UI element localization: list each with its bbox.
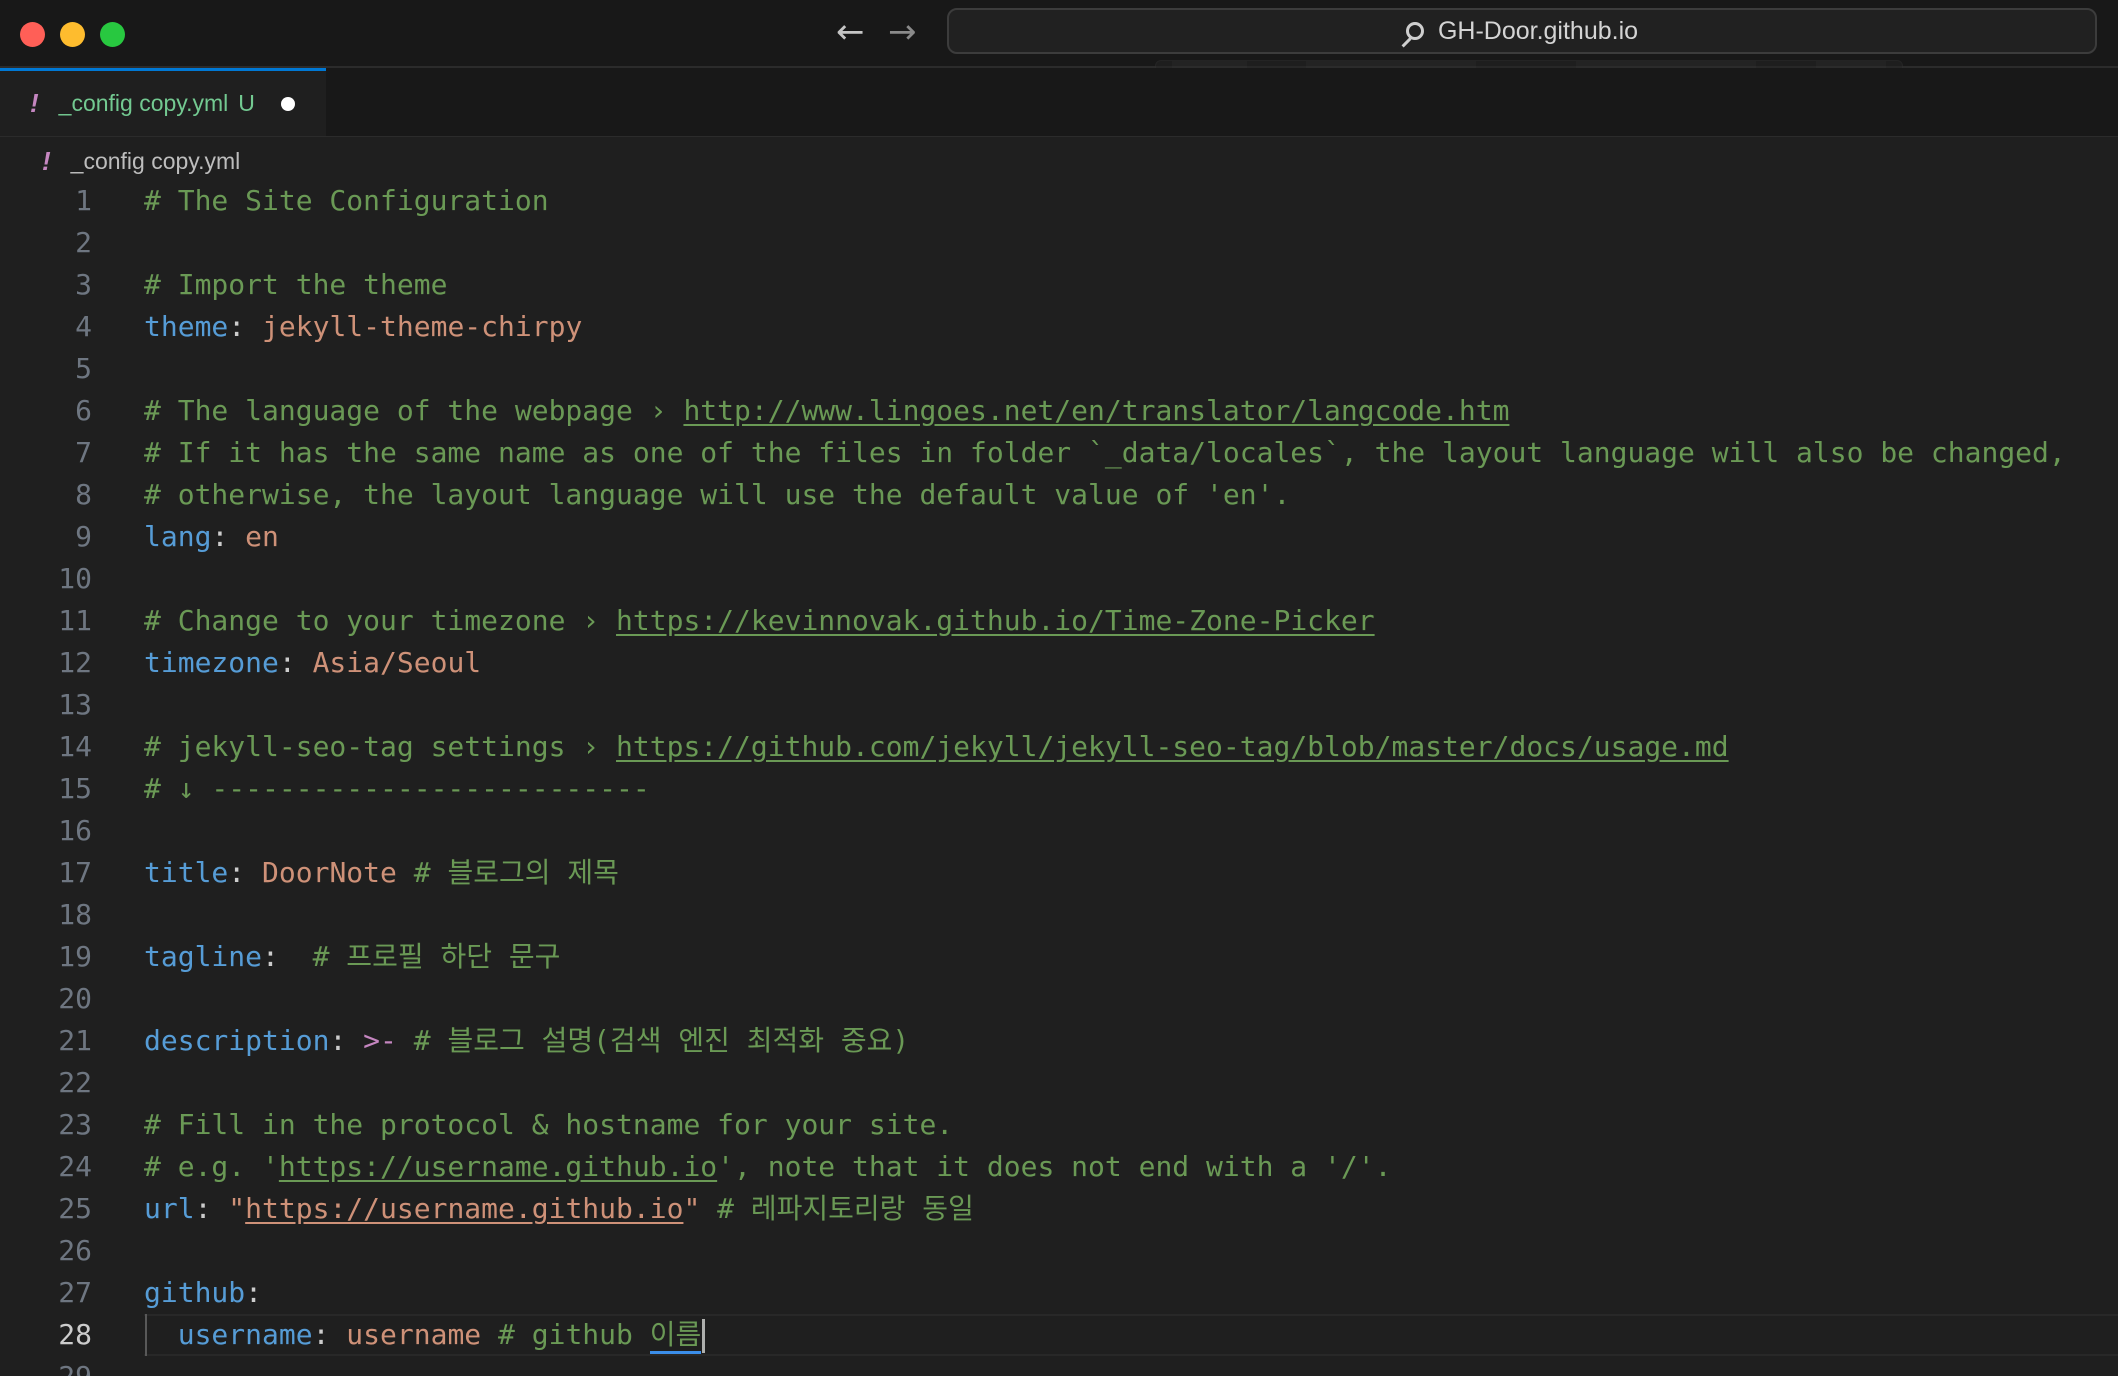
code-line[interactable]: 18 [0, 894, 2118, 936]
line-number: 22 [58, 1066, 92, 1099]
forward-arrow-icon[interactable]: → [888, 12, 917, 52]
code-line[interactable]: 16 [0, 810, 2118, 852]
code-line[interactable]: 6 # The language of the webpage › http://… [0, 390, 2118, 432]
line-number: 20 [58, 982, 92, 1015]
code-text: # Change to your timezone › https://kevi… [144, 604, 1375, 637]
code-line[interactable]: 17 title: DoorNote # 블로그의 제목 [0, 852, 2118, 894]
code-line[interactable]: 27 github: [0, 1272, 2118, 1314]
code-text: theme: jekyll-theme-chirpy [144, 310, 583, 343]
code-line[interactable]: 28 username: username # github 이름 [0, 1314, 2118, 1356]
line-number: 6 [75, 394, 92, 427]
line-number: 27 [58, 1276, 92, 1309]
line-number: 28 [58, 1318, 92, 1351]
command-center-search[interactable]: GH-Door.github.io [947, 8, 2097, 54]
editor-tab-bar: ! _config copy.yml U [0, 68, 2118, 137]
code-line[interactable]: 14 # jekyll-seo-tag settings › https://gi… [0, 726, 2118, 768]
line-number: 29 [0, 1356, 92, 1376]
line-number: 15 [58, 772, 92, 805]
line-number: 10 [58, 562, 92, 595]
line-number: 23 [58, 1108, 92, 1141]
code-text: lang: en [144, 520, 279, 553]
breadcrumb[interactable]: ! _config copy.yml [42, 144, 240, 178]
line-number: 8 [75, 478, 92, 511]
line-number: 17 [58, 856, 92, 889]
code-line[interactable]: 26 [0, 1230, 2118, 1272]
code-text: github: [144, 1276, 263, 1309]
line-number: 2 [75, 226, 92, 259]
code-line[interactable]: 12 timezone: Asia/Seoul [0, 642, 2118, 684]
code-editor[interactable]: 1 # The Site Configuration 2 3 # Import the … [0, 180, 2118, 1376]
title-bar: ← → GH-Door.github.io [0, 0, 2118, 68]
line-number: 4 [75, 310, 92, 343]
code-line[interactable]: 24 # e.g. 'https://username.github.io', n… [0, 1146, 2118, 1188]
line-number: 25 [58, 1192, 92, 1225]
tab-label: _config copy.yml [58, 90, 229, 116]
code-line[interactable]: 10 [0, 558, 2118, 600]
code-text: tagline: # 프로필 하단 문구 [144, 940, 561, 973]
code-line[interactable]: 4 theme: jekyll-theme-chirpy [0, 306, 2118, 348]
back-arrow-icon[interactable]: ← [836, 12, 865, 52]
line-number: 1 [75, 184, 92, 217]
unsaved-dot-icon[interactable] [280, 96, 295, 111]
window-close-button[interactable] [20, 22, 45, 47]
code-text: # jekyll-seo-tag settings › https://gith… [144, 730, 1729, 763]
code-line[interactable]: 15 # ↓ -------------------------- [0, 768, 2118, 810]
yaml-file-icon: ! [42, 145, 51, 176]
code-text: description: >- # 블로그 설명(검색 엔진 최적화 중요) [144, 1024, 910, 1057]
code-line[interactable]: 9 lang: en [0, 516, 2118, 558]
line-number: 11 [58, 604, 92, 637]
code-text: # otherwise, the layout language will us… [144, 478, 1291, 511]
breadcrumb-file[interactable]: _config copy.yml [71, 148, 241, 175]
line-number: 7 [75, 436, 92, 469]
text-cursor [702, 1319, 706, 1353]
code-text: url: "https://username.github.io" # 레파지토… [144, 1192, 974, 1225]
code-line[interactable]: 21 description: >- # 블로그 설명(검색 엔진 최적화 중요) [0, 1020, 2118, 1062]
window-maximize-button[interactable] [100, 22, 125, 47]
code-line[interactable]: 5 [0, 348, 2118, 390]
code-line[interactable]: 29 [0, 1356, 2118, 1376]
yaml-file-icon: ! [30, 88, 39, 118]
line-number: 21 [58, 1024, 92, 1057]
line-number: 9 [75, 520, 92, 553]
code-line[interactable]: 11 # Change to your timezone › https://ke… [0, 600, 2118, 642]
code-line[interactable]: 2 [0, 222, 2118, 264]
code-line[interactable]: 22 [0, 1062, 2118, 1104]
line-number: 18 [58, 898, 92, 931]
line-number: 16 [58, 814, 92, 847]
code-text: # If it has the same name as one of the … [144, 436, 2066, 469]
code-line[interactable]: 8 # otherwise, the layout language will u… [0, 474, 2118, 516]
line-number: 13 [58, 688, 92, 721]
code-text: # e.g. 'https://username.github.io', not… [144, 1150, 1392, 1183]
command-center-label: GH-Door.github.io [1437, 16, 1639, 45]
git-status-badge: U [238, 90, 255, 116]
window-minimize-button[interactable] [60, 22, 85, 47]
line-number: 24 [58, 1150, 92, 1183]
code-line[interactable]: 25 url: "https://username.github.io" # 레파… [0, 1188, 2118, 1230]
code-text: # Import the theme [144, 268, 448, 301]
line-number: 26 [58, 1234, 92, 1267]
line-number: 14 [58, 730, 92, 763]
code-line[interactable]: 19 tagline: # 프로필 하단 문구 [0, 936, 2118, 978]
code-line[interactable]: 7 # If it has the same name as one of the… [0, 432, 2118, 474]
line-number: 12 [58, 646, 92, 679]
code-text: # The language of the webpage › http://w… [144, 394, 1510, 427]
code-line[interactable]: 20 [0, 978, 2118, 1020]
code-text: title: DoorNote # 블로그의 제목 [144, 856, 619, 889]
line-number: 19 [58, 940, 92, 973]
line-number: 5 [75, 352, 92, 385]
tab-config-copy-yml[interactable]: ! _config copy.yml U [0, 68, 326, 136]
code-text: timezone: Asia/Seoul [144, 646, 482, 679]
code-line[interactable]: 1 # The Site Configuration [0, 180, 2118, 222]
code-line[interactable]: 13 [0, 684, 2118, 726]
code-line[interactable]: 3 # Import the theme [0, 264, 2118, 306]
search-icon [1405, 22, 1424, 40]
line-number: 3 [75, 268, 92, 301]
code-text: # Fill in the protocol & hostname for yo… [144, 1108, 954, 1141]
code-line[interactable]: 23 # Fill in the protocol & hostname for … [0, 1104, 2118, 1146]
code-text: username: username # github 이름 [144, 1314, 706, 1356]
code-text: # ↓ -------------------------- [144, 772, 650, 805]
code-text: # The Site Configuration [144, 184, 549, 217]
